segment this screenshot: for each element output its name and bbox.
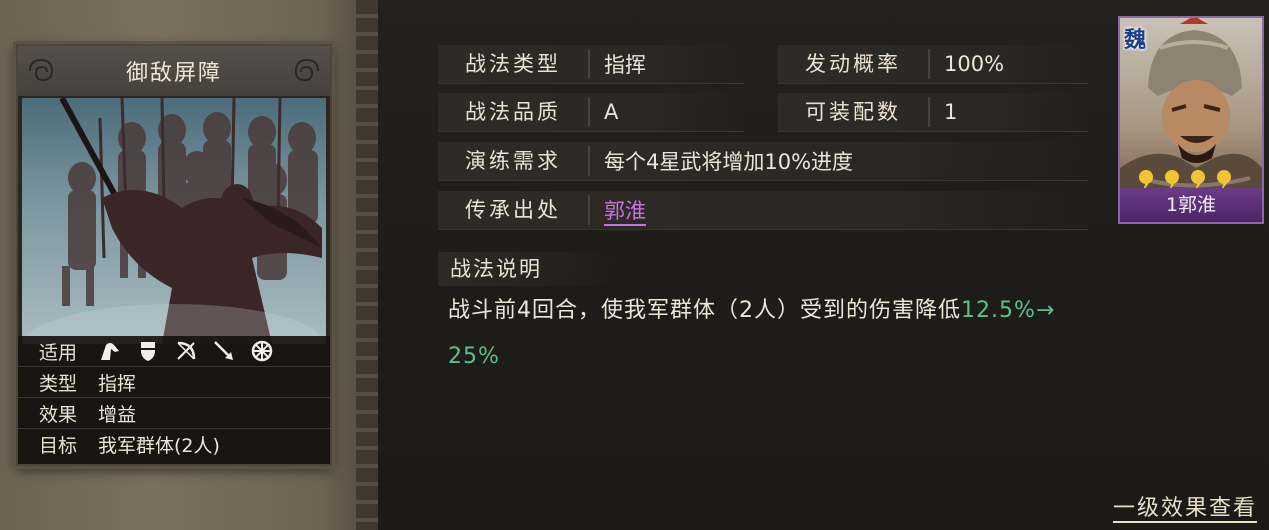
description-body: 战斗前4回合，使我军群体（2人）受到的伤害降低 (448, 298, 961, 323)
detail-row-quality: 战法品质 A (438, 93, 744, 132)
card-row-target: 目标 我军群体(2人) (18, 429, 330, 459)
detail-label: 可装配数 (778, 97, 930, 127)
level-one-effect-link[interactable]: 一级效果查看 (1113, 490, 1257, 522)
card-row-value: 增益 (98, 403, 137, 426)
description-text: 战斗前4回合，使我军群体（2人）受到的伤害降低12.5%→ 25% (448, 288, 1248, 380)
tactic-card: 御敌屏障 适用 类型 指挥 效果 增益 目标 我军群体(2人) (16, 44, 332, 466)
wheel-icon (251, 340, 273, 362)
detail-value: 指挥 (604, 53, 646, 77)
tactic-artwork (22, 98, 326, 344)
faction-badge: 魏 (1124, 28, 1147, 53)
card-attributes: 适用 类型 指挥 效果 增益 目标 我军群体(2人) (18, 336, 330, 464)
card-row-value: 指挥 (98, 372, 137, 395)
cavalry-icon (101, 343, 119, 360)
detail-row-source: 传承出处 郭淮 (438, 191, 1088, 230)
detail-value: A (604, 100, 619, 124)
general-portrait[interactable]: 魏 1郭淮 (1118, 16, 1264, 224)
general-name: 1郭淮 (1120, 188, 1262, 222)
detail-label: 传承出处 (438, 195, 590, 225)
description-highlight: 12.5%→ (961, 298, 1056, 323)
detail-row-type: 战法类型 指挥 (438, 45, 744, 84)
source-general-link[interactable]: 郭淮 (590, 195, 646, 225)
description-highlight: 25% (448, 344, 500, 369)
detail-label: 发动概率 (778, 49, 930, 79)
detail-value: 每个4星武将增加10%进度 (604, 150, 854, 174)
detail-label: 演练需求 (438, 146, 590, 176)
detail-row-rate: 发动概率 100% (778, 45, 1088, 84)
bow-icon (177, 341, 196, 360)
card-row-key: 类型 (38, 372, 77, 395)
ornament-icon (29, 58, 54, 82)
detail-label: 战法品质 (438, 97, 590, 127)
card-row-key: 目标 (38, 434, 77, 457)
detail-row-drill: 演练需求 每个4星武将增加10%进度 (438, 142, 1088, 181)
description-label: 战法说明 (438, 252, 620, 286)
spear-icon (214, 341, 233, 360)
detail-value: 1 (944, 100, 958, 124)
usage-icons (98, 339, 274, 363)
detail-value: 100% (944, 52, 1005, 76)
detail-label: 战法类型 (438, 49, 590, 79)
ornament-icon (294, 58, 319, 82)
shield-icon (141, 342, 155, 361)
card-row-value: 我军群体(2人) (98, 434, 220, 457)
card-row-type: 类型 指挥 (18, 367, 330, 398)
card-title-bar: 御敌屏障 (18, 46, 330, 98)
card-row-key: 适用 (38, 341, 77, 364)
card-row-usage: 适用 (18, 336, 330, 367)
card-row-key: 效果 (38, 403, 77, 426)
detail-row-equip: 可装配数 1 (778, 93, 1088, 132)
card-row-effect: 效果 增益 (18, 398, 330, 429)
card-title: 御敌屏障 (125, 61, 222, 86)
